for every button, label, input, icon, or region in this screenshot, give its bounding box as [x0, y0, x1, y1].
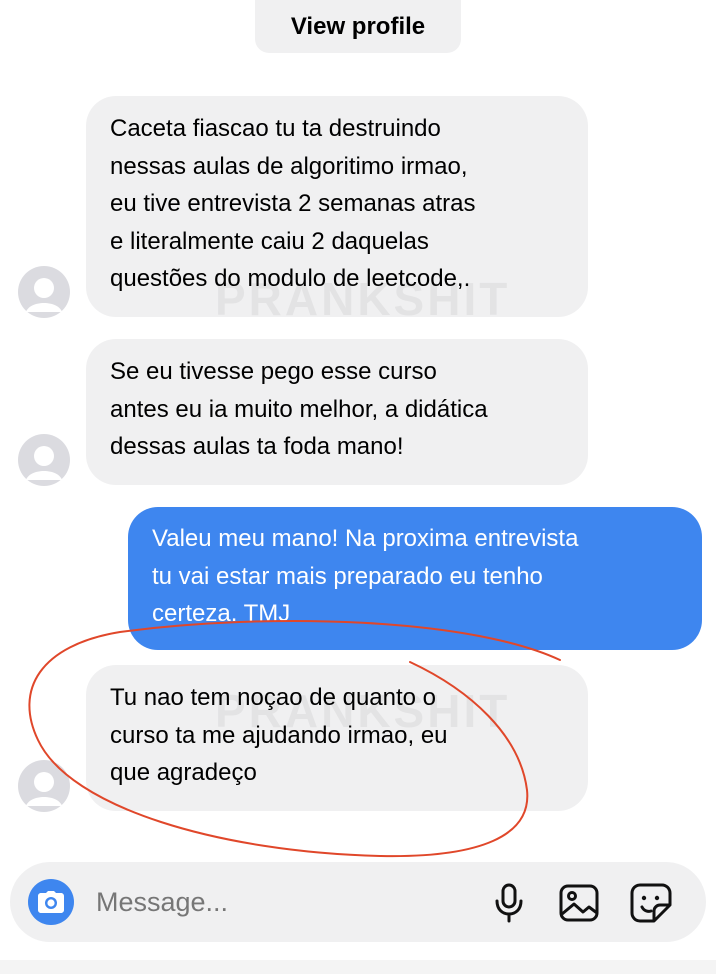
message-text: Tu nao tem noçao de quanto o curso ta me… [110, 684, 448, 786]
avatar-icon [18, 760, 70, 812]
avatar[interactable] [18, 434, 70, 486]
message-bubble-outgoing[interactable]: Valeu meu mano! Na proxima entrevista tu… [128, 507, 702, 650]
microphone-button[interactable] [486, 880, 532, 926]
view-profile-button[interactable]: View profile [255, 0, 461, 53]
avatar-icon [18, 266, 70, 318]
message-bubble-incoming[interactable]: Se eu tivesse pego esse curso antes eu i… [86, 339, 588, 485]
message-composer [10, 862, 706, 942]
chat-screen: View profile Caceta fiascao tu ta destru… [0, 0, 716, 974]
message-bubble-incoming[interactable]: Caceta fiascao tu ta destruindo nessas a… [86, 96, 588, 317]
sticker-button[interactable] [628, 880, 674, 926]
microphone-icon [495, 883, 523, 923]
message-text: Caceta fiascao tu ta destruindo nessas a… [110, 115, 476, 292]
message-text: Valeu meu mano! Na proxima entrevista tu… [152, 525, 579, 627]
camera-button[interactable] [28, 879, 74, 925]
avatar[interactable] [18, 760, 70, 812]
avatar[interactable] [18, 266, 70, 318]
avatar-icon [18, 434, 70, 486]
bottom-strip [0, 960, 716, 974]
message-input[interactable] [96, 878, 476, 926]
image-icon [559, 884, 599, 922]
gallery-button[interactable] [556, 880, 602, 926]
message-bubble-incoming[interactable]: Tu nao tem noçao de quanto o curso ta me… [86, 665, 588, 811]
message-text: Se eu tivesse pego esse curso antes eu i… [110, 358, 488, 460]
sticker-icon [630, 883, 672, 923]
camera-icon [38, 891, 64, 913]
